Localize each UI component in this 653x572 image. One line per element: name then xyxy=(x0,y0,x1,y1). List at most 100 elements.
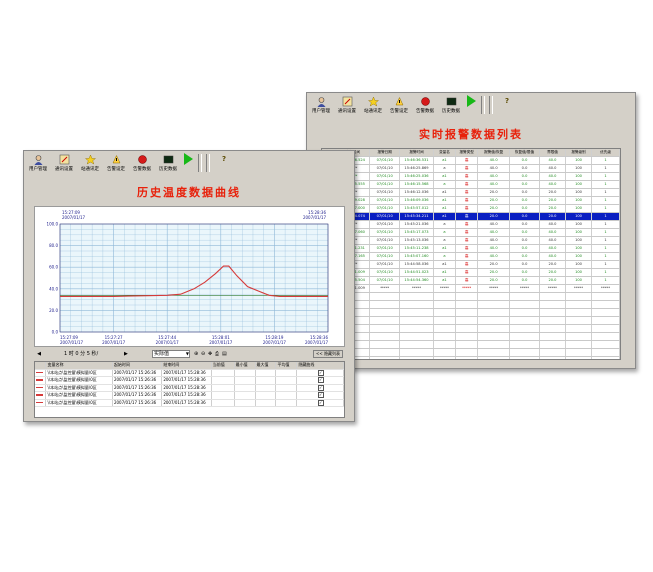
pan-icon[interactable]: ✥ xyxy=(208,351,215,357)
legend-column-header[interactable] xyxy=(35,362,47,369)
nav-prev-button[interactable]: ◀ xyxy=(34,351,44,357)
alarm-empty-cell xyxy=(592,357,620,359)
rt-toolbar-button-4[interactable]: 告警数据 xyxy=(413,95,437,114)
alarm-cell: 07/01/10 xyxy=(370,253,401,260)
alarm-cell: 07/01/10 xyxy=(370,205,401,212)
hide-curve-checkbox[interactable]: ✓ xyxy=(297,384,344,391)
alarm-cell: 20.0 xyxy=(478,189,511,196)
hist-toolbar-label: 告警设定 xyxy=(107,167,125,172)
alarm-cell: 40.0 xyxy=(478,165,511,172)
rt-help-button[interactable]: ? xyxy=(501,95,513,107)
chart-area: 0.0 20.0 40.0 60.0 80.0 100.0 15:27:09 2007/01… xyxy=(34,206,345,347)
alarm-cell: 07/01/10 xyxy=(370,229,401,236)
alarm-table-row[interactable]: 1315:45:07.16507/01/1015:45:07.160a高40.0… xyxy=(322,253,620,261)
legend-column-header[interactable]: 隐藏曲线 xyxy=(297,362,344,369)
alarm-table-row[interactable]: 615:46:09.02807/01/1015:46:09.036a1高20.0… xyxy=(322,197,620,205)
alarm-column-header[interactable]: 恢复值/限值 xyxy=(510,149,540,156)
legend-column-header[interactable]: 当前值 xyxy=(212,362,235,369)
play-icon xyxy=(465,95,477,107)
hist-play-button[interactable] xyxy=(182,153,194,165)
legend-current-value xyxy=(212,384,235,391)
print-icon[interactable]: ⎙ xyxy=(215,351,222,357)
hist-toolbar-label: 用户管理 xyxy=(29,167,47,172)
legend-variable-name: \\本站点\监控量\模拟量\0区 xyxy=(46,384,113,391)
zoom-out-icon[interactable]: ⊖ xyxy=(201,351,208,357)
alarm-table-row[interactable]: 115:46:36.52407/01/1015:46:36.531a1高40.0… xyxy=(322,157,620,165)
hist-toolbar-button-2[interactable]: 站通讯定 xyxy=(78,153,102,172)
hist-help-button[interactable]: ? xyxy=(218,153,230,165)
alarm-column-header[interactable]: 报警日期 xyxy=(370,149,401,156)
range-select[interactable]: 实际值 ▼ xyxy=(152,349,190,358)
hide-curve-checkbox[interactable]: ✓ xyxy=(297,369,344,376)
alarm-cell: ***** xyxy=(510,285,540,292)
alarm-column-header[interactable]: 优先级 xyxy=(592,149,620,156)
history-toolbar: 用户管理 通讯设置 站通讯定 告警设定 告警数据 历史数据 ? xyxy=(26,153,352,179)
legend-max-value xyxy=(256,377,277,384)
alarm-column-header[interactable]: 报警级别 xyxy=(566,149,593,156)
alarm-cell: 07/01/10 xyxy=(370,261,401,268)
export-icon[interactable]: ▤ xyxy=(222,351,229,357)
alarm-table-row[interactable]: 14*****07/01/1015:44:58.036a1高20.00.020.… xyxy=(322,261,620,269)
alarm-column-header[interactable]: 报警时间 xyxy=(400,149,434,156)
rt-toolbar-button-0[interactable]: 用户管理 xyxy=(309,95,333,114)
alarm-table-empty-row xyxy=(322,293,620,301)
nav-next-button[interactable]: ▶ xyxy=(124,351,132,357)
alarm-cell: 07/01/10 xyxy=(370,173,401,180)
legend-table-row[interactable]: \\本站点\监控量\模拟量\0区 2007/01/17 15:26:36 200… xyxy=(35,392,344,400)
legend-column-header[interactable]: 最大值 xyxy=(256,362,277,369)
legend-column-header[interactable]: 结束时间 xyxy=(162,362,212,369)
legend-table-row[interactable]: \\本站点\监控量\模拟量\0区 2007/01/17 15:26:36 200… xyxy=(35,384,344,392)
hist-toolbar-button-3[interactable]: 告警设定 xyxy=(104,153,128,172)
legend-column-header[interactable]: 起始时间 xyxy=(113,362,163,369)
legend-table-row[interactable]: \\本站点\监控量\模拟量\0区 2007/01/17 15:26:36 200… xyxy=(35,399,344,407)
alarm-cell: 15:44:51.023 xyxy=(400,269,434,276)
hide-curve-checkbox[interactable]: ✓ xyxy=(297,399,344,406)
alarm-cell: a1 xyxy=(434,269,457,276)
alarm-cell: 1 xyxy=(592,213,620,220)
hide-curve-checkbox[interactable]: ✓ xyxy=(297,392,344,399)
alarm-cell: 高 xyxy=(456,213,479,220)
rt-toolbar-button-5[interactable]: 历史数据 xyxy=(439,95,463,114)
alarm-table-row[interactable]: 1515:44:51.00907/01/1015:44:51.023a1高20.… xyxy=(322,269,620,277)
legend-column-header[interactable]: 平均值 xyxy=(276,362,298,369)
history-data-icon xyxy=(162,153,174,165)
rt-play-button[interactable] xyxy=(465,95,477,107)
rt-toolbar-label: 告警设定 xyxy=(390,109,408,114)
legend-table-row[interactable]: \\本站点\监控量\模拟量\0区 2007/01/17 15:26:36 200… xyxy=(35,369,344,377)
alarm-table-row[interactable]: 1215:45:11.23107/01/1015:45:11.238a1高40.… xyxy=(322,245,620,253)
hist-toolbar-button-0[interactable]: 用户管理 xyxy=(26,153,50,172)
rt-toolbar-button-3[interactable]: 告警设定 xyxy=(387,95,411,114)
alarm-cell: 100 xyxy=(566,237,593,244)
hide-curve-checkbox[interactable]: ✓ xyxy=(297,377,344,384)
alarm-table-row[interactable]: 9*****07/01/1015:45:21.036a高40.00.040.01… xyxy=(322,221,620,229)
legend-table-row[interactable]: \\本站点\监控量\模拟量\0区 2007/01/17 15:26:36 200… xyxy=(35,377,344,385)
alarm-column-header[interactable]: 变量名 xyxy=(434,149,457,156)
rt-toolbar-button-1[interactable]: 通讯设置 xyxy=(335,95,359,114)
legend-avg-value xyxy=(276,392,298,399)
hist-toolbar-button-5[interactable]: 历史数据 xyxy=(156,153,180,172)
alarm-column-header[interactable]: 界限值 xyxy=(540,149,566,156)
alarm-table-row[interactable]: 5*****07/01/1015:46:12.036a1高20.00.020.0… xyxy=(322,189,620,197)
alarm-column-header[interactable]: 报警值/恢复 xyxy=(478,149,511,156)
hist-toolbar-button-4[interactable]: 告警数据 xyxy=(130,153,154,172)
alarm-table-row[interactable]: 2*****07/01/1015:46:25.869a高40.00.040.01… xyxy=(322,165,620,173)
alarm-table-row[interactable]: 815:45:34.07407/01/1015:45:34.211a1高20.0… xyxy=(322,213,620,221)
alarm-table-row[interactable]: 1615:44:55.50407/01/1015:44:54.360a1高20.… xyxy=(322,277,620,285)
alarm-table-row[interactable]: 1715:44:51.009**************************… xyxy=(322,285,620,293)
alarm-table-empty-row xyxy=(322,325,620,333)
alarm-table-row[interactable]: 11*****07/01/1015:45:13.036a高40.00.040.0… xyxy=(322,237,620,245)
zoom-in-icon[interactable]: ⊕ xyxy=(194,351,201,357)
rt-toolbar-button-2[interactable]: 站通讯定 xyxy=(361,95,385,114)
alarm-cell: 15:45:34.211 xyxy=(400,213,434,220)
alarm-cell: 20.0 xyxy=(540,261,566,268)
alarm-cell: a xyxy=(434,181,457,188)
alarm-table-row[interactable]: 1015:45:17.06007/01/1015:45:17.073a高40.0… xyxy=(322,229,620,237)
alarm-column-header[interactable]: 报警类型 xyxy=(456,149,479,156)
alarm-table-row[interactable]: 715:45:57.00007/01/1015:45:57.012a1高20.0… xyxy=(322,205,620,213)
alarm-table-row[interactable]: 3*****07/01/1015:46:25.036a1高40.00.040.0… xyxy=(322,173,620,181)
legend-column-header[interactable]: 变量名称 xyxy=(46,362,113,369)
alarm-table-row[interactable]: 415:46:15.55507/01/1015:46:15.568a高40.00… xyxy=(322,181,620,189)
hist-toolbar-button-1[interactable]: 通讯设置 xyxy=(52,153,76,172)
legend-column-header[interactable]: 最小值 xyxy=(235,362,256,369)
hide-list-button[interactable]: << 隐藏列表 xyxy=(313,349,343,358)
